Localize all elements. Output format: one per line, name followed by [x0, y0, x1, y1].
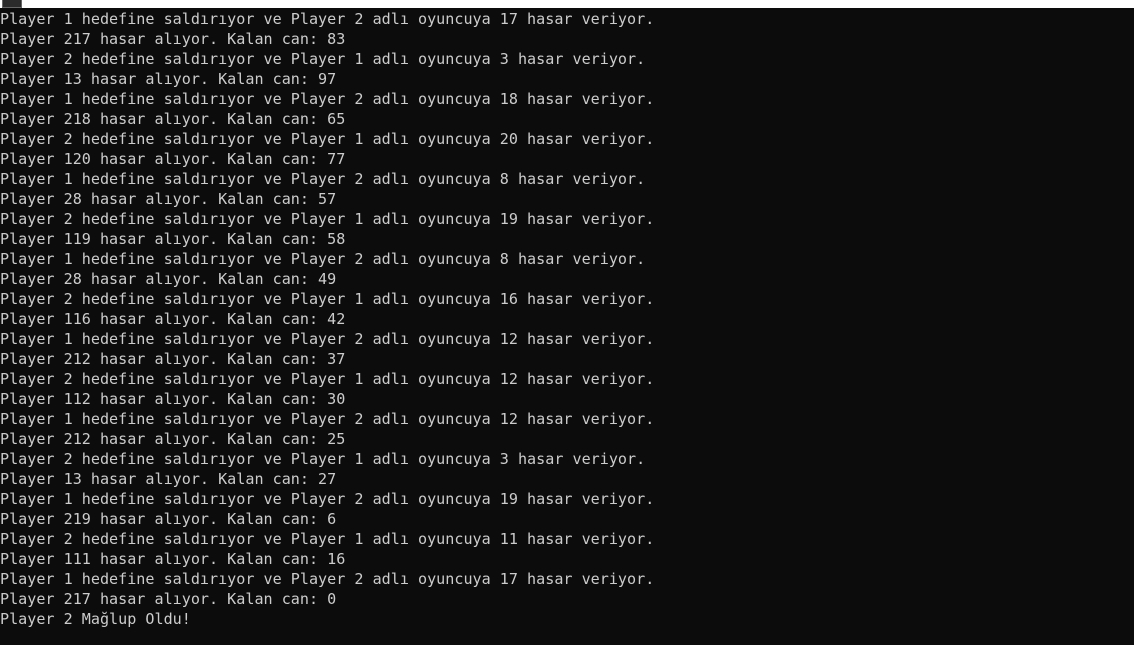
- console-line: Player 2 hedefine saldırıyor ve Player 1…: [0, 290, 655, 308]
- console-line: Player 2 hedefine saldırıyor ve Player 1…: [0, 530, 655, 548]
- console-line: Player 28 hasar alıyor. Kalan can: 57: [0, 190, 337, 208]
- console-line: Player 116 hasar alıyor. Kalan can: 42: [0, 310, 346, 328]
- console-line: Player 112 hasar alıyor. Kalan can: 30: [0, 390, 346, 408]
- console-line: Player 1 hedefine saldırıyor ve Player 2…: [0, 10, 655, 28]
- console-line: Player 1 hedefine saldırıyor ve Player 2…: [0, 90, 655, 108]
- console-line: Player 218 hasar alıyor. Kalan can: 65: [0, 110, 346, 128]
- console-line: Player 2 hedefine saldırıyor ve Player 1…: [0, 370, 655, 388]
- console-line: Player 217 hasar alıyor. Kalan can: 0: [0, 590, 337, 608]
- console-line: Player 2 hedefine saldırıyor ve Player 1…: [0, 130, 655, 148]
- console-line: Player 111 hasar alıyor. Kalan can: 16: [0, 550, 346, 568]
- console-line: Player 1 hedefine saldırıyor ve Player 2…: [0, 250, 646, 268]
- console-line: Player 1 hedefine saldırıyor ve Player 2…: [0, 490, 655, 508]
- console-line: Player 2 Mağlup Oldu!: [0, 610, 191, 628]
- console-line: Player 28 hasar alıyor. Kalan can: 49: [0, 270, 337, 288]
- console-line: Player 219 hasar alıyor. Kalan can: 6: [0, 510, 337, 528]
- console-line: Player 1 hedefine saldırıyor ve Player 2…: [0, 170, 646, 188]
- console-line: Player 120 hasar alıyor. Kalan can: 77: [0, 150, 346, 168]
- console-line: Player 212 hasar alıyor. Kalan can: 37: [0, 350, 346, 368]
- console-output[interactable]: Player 1 hedefine saldırıyor ve Player 2…: [0, 9, 1134, 645]
- console-line: Player 2 hedefine saldırıyor ve Player 1…: [0, 210, 655, 228]
- console-line: Player 1 hedefine saldırıyor ve Player 2…: [0, 570, 655, 588]
- console-line: Player 217 hasar alıyor. Kalan can: 83: [0, 30, 346, 48]
- window-titlebar[interactable]: [0, 0, 1134, 8]
- console-line: Player 2 hedefine saldırıyor ve Player 1…: [0, 450, 646, 468]
- console-line: Player 13 hasar alıyor. Kalan can: 27: [0, 470, 337, 488]
- console-line: Player 119 hasar alıyor. Kalan can: 58: [0, 230, 346, 248]
- console-line: Player 212 hasar alıyor. Kalan can: 25: [0, 430, 346, 448]
- console-line: Player 1 hedefine saldırıyor ve Player 2…: [0, 330, 655, 348]
- console-line: Player 2 hedefine saldırıyor ve Player 1…: [0, 50, 646, 68]
- console-line: Player 1 hedefine saldırıyor ve Player 2…: [0, 410, 655, 428]
- console-icon: [2, 0, 22, 8]
- console-line: Player 13 hasar alıyor. Kalan can: 97: [0, 70, 337, 88]
